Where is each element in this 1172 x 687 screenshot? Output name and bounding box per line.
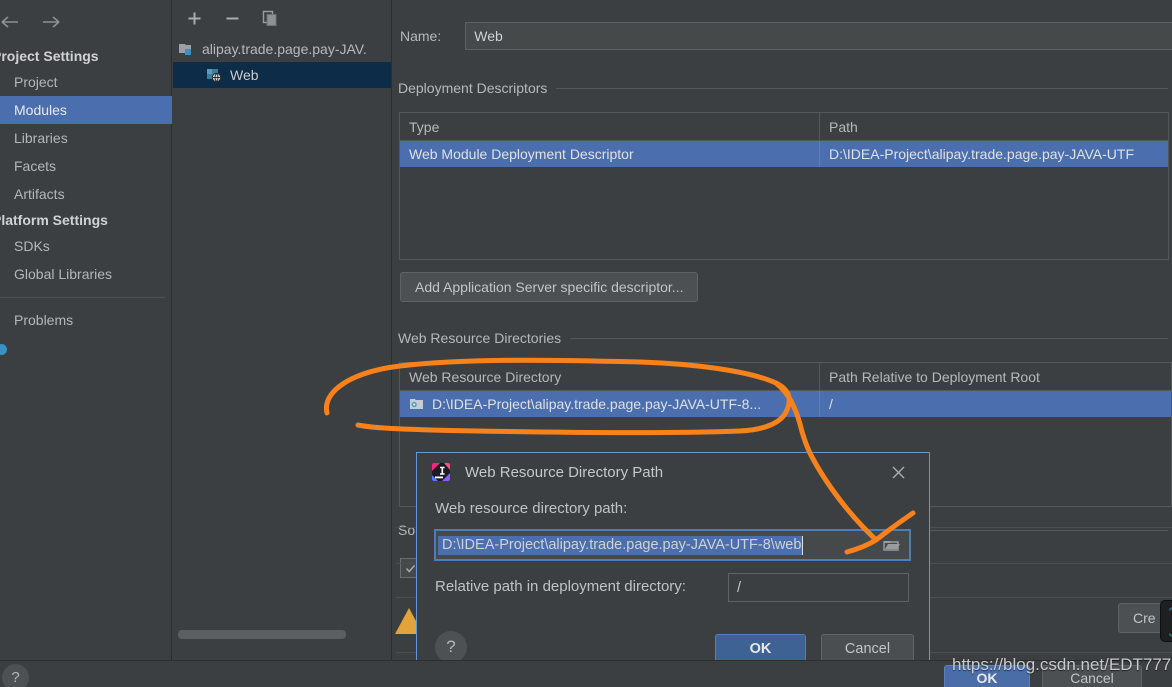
web-facet-icon bbox=[206, 67, 224, 83]
teal-ring-icon bbox=[1166, 607, 1172, 637]
close-icon[interactable] bbox=[887, 461, 909, 483]
column-header-web-resource-directory[interactable]: Web Resource Directory bbox=[400, 363, 819, 390]
table-header-row: Type Path bbox=[400, 113, 1168, 141]
column-header-path[interactable]: Path bbox=[819, 113, 1168, 140]
settings-help-button[interactable]: ? bbox=[2, 664, 29, 687]
dialog-help-button[interactable]: ? bbox=[435, 631, 467, 663]
text-caret bbox=[802, 535, 804, 555]
intellij-idea-logo-icon bbox=[431, 462, 451, 482]
sidebar-item-global-libraries[interactable]: Global Libraries bbox=[0, 260, 172, 288]
sidebar-item-artifacts[interactable]: Artifacts bbox=[0, 180, 172, 208]
cell-relative-path: / bbox=[819, 391, 1171, 417]
tree-item-web-facet[interactable]: Web bbox=[173, 62, 391, 88]
sidebar-item-label: SDKs bbox=[14, 238, 50, 254]
module-name-label: Name: bbox=[400, 28, 442, 44]
table-row[interactable]: D:\IDEA-Project\alipay.trade.page.pay-JA… bbox=[400, 391, 1171, 417]
add-module-button[interactable] bbox=[183, 7, 205, 29]
modules-toolbar bbox=[173, 0, 391, 36]
sidebar-item-label: Libraries bbox=[14, 130, 68, 146]
settings-sidebar: Project Settings Project Modules Librari… bbox=[0, 0, 172, 660]
path-input-value: D:\IDEA-Project\alipay.trade.page.pay-JA… bbox=[438, 535, 803, 555]
sidebar-item-problems[interactable]: Problems bbox=[0, 306, 172, 334]
section-title: Web Resource Directories bbox=[398, 330, 562, 346]
relative-path-input[interactable]: / bbox=[728, 573, 909, 602]
tree-item-label: alipay.trade.page.pay-JAV. bbox=[202, 41, 367, 57]
column-header-type[interactable]: Type bbox=[400, 113, 819, 140]
sidebar-item-sdks[interactable]: SDKs bbox=[0, 232, 172, 260]
web-resource-directory-path-input[interactable]: D:\IDEA-Project\alipay.trade.page.pay-JA… bbox=[434, 529, 911, 561]
add-app-server-descriptor-button[interactable]: Add Application Server specific descript… bbox=[400, 272, 699, 302]
sidebar-item-label: Facets bbox=[14, 158, 57, 174]
sidebar-item-modules[interactable]: Modules bbox=[0, 96, 172, 124]
problems-badge-icon bbox=[0, 344, 7, 355]
cell-web-resource-directory: D:\IDEA-Project\alipay.trade.page.pay-JA… bbox=[400, 391, 819, 417]
web-resource-directories-section-header: Web Resource Directories bbox=[398, 330, 1168, 346]
overlay-widget-icon bbox=[1160, 600, 1172, 642]
section-divider bbox=[556, 87, 1168, 89]
dialog-relative-path-label: Relative path in deployment directory: bbox=[435, 578, 686, 595]
relative-path-value: / bbox=[737, 579, 742, 596]
sidebar-item-label: Artifacts bbox=[14, 186, 65, 202]
sidebar-divider bbox=[0, 297, 166, 298]
cell-type: Web Module Deployment Descriptor bbox=[409, 146, 634, 162]
module-name-row: Name: bbox=[400, 22, 1172, 50]
settings-window: Project Settings Project Modules Librari… bbox=[0, 0, 1172, 687]
sidebar-item-facets[interactable]: Facets bbox=[0, 152, 172, 180]
deployment-descriptors-table[interactable]: Type Path Web Module Deployment Descript… bbox=[399, 112, 1169, 260]
sidebar-item-label: Modules bbox=[14, 102, 67, 118]
navigation-arrows bbox=[0, 8, 162, 36]
sidebar-group-platform-settings: Platform Settings bbox=[0, 212, 108, 228]
cell-path: D:\IDEA-Project\alipay.trade.page.pay-JA… bbox=[819, 141, 1168, 167]
sidebar-item-label: Problems bbox=[14, 312, 74, 328]
sidebar-group-project-settings: Project Settings bbox=[0, 48, 99, 64]
dialog-path-label: Web resource directory path: bbox=[435, 500, 628, 517]
modules-horizontal-scrollbar[interactable] bbox=[178, 630, 346, 639]
folder-web-icon bbox=[409, 397, 426, 412]
table-header-row: Web Resource Directory Path Relative to … bbox=[400, 363, 1171, 391]
sidebar-item-label: Global Libraries bbox=[14, 266, 113, 282]
dialog-cancel-button[interactable]: Cancel bbox=[821, 634, 914, 663]
section-divider bbox=[570, 337, 1168, 339]
sidebar-item-label: Project bbox=[14, 74, 58, 90]
remove-module-button[interactable] bbox=[221, 7, 243, 29]
web-resource-directory-path-dialog: Web Resource Directory Path Web resource… bbox=[416, 452, 930, 678]
section-title: Deployment Descriptors bbox=[398, 80, 548, 96]
arrow-right-icon[interactable] bbox=[38, 11, 64, 33]
module-name-input[interactable] bbox=[465, 22, 1172, 50]
module-folder-icon bbox=[178, 41, 196, 57]
modules-tree-panel: alipay.trade.page.pay-JAV. Web bbox=[173, 0, 392, 660]
dialog-title: Web Resource Directory Path bbox=[465, 463, 664, 481]
tree-item-module[interactable]: alipay.trade.page.pay-JAV. bbox=[173, 36, 391, 62]
watermark-text: https://blog.csdn.net/EDT777 bbox=[952, 655, 1172, 674]
deployment-descriptors-section-header: Deployment Descriptors bbox=[398, 80, 1168, 96]
dialog-title-bar: Web Resource Directory Path bbox=[417, 453, 929, 491]
dialog-ok-button[interactable]: OK bbox=[715, 634, 806, 663]
sidebar-item-libraries[interactable]: Libraries bbox=[0, 124, 172, 152]
copy-module-button[interactable] bbox=[259, 7, 281, 29]
folder-browse-icon[interactable] bbox=[882, 537, 904, 555]
cell-text: D:\IDEA-Project\alipay.trade.page.pay-JA… bbox=[432, 396, 762, 412]
arrow-left-icon[interactable] bbox=[0, 11, 24, 33]
table-row[interactable]: Web Module Deployment Descriptor D:\IDEA… bbox=[400, 141, 1168, 167]
tree-item-label: Web bbox=[230, 67, 259, 83]
sidebar-item-project[interactable]: Project bbox=[0, 68, 172, 96]
column-header-path-relative[interactable]: Path Relative to Deployment Root bbox=[819, 363, 1171, 390]
